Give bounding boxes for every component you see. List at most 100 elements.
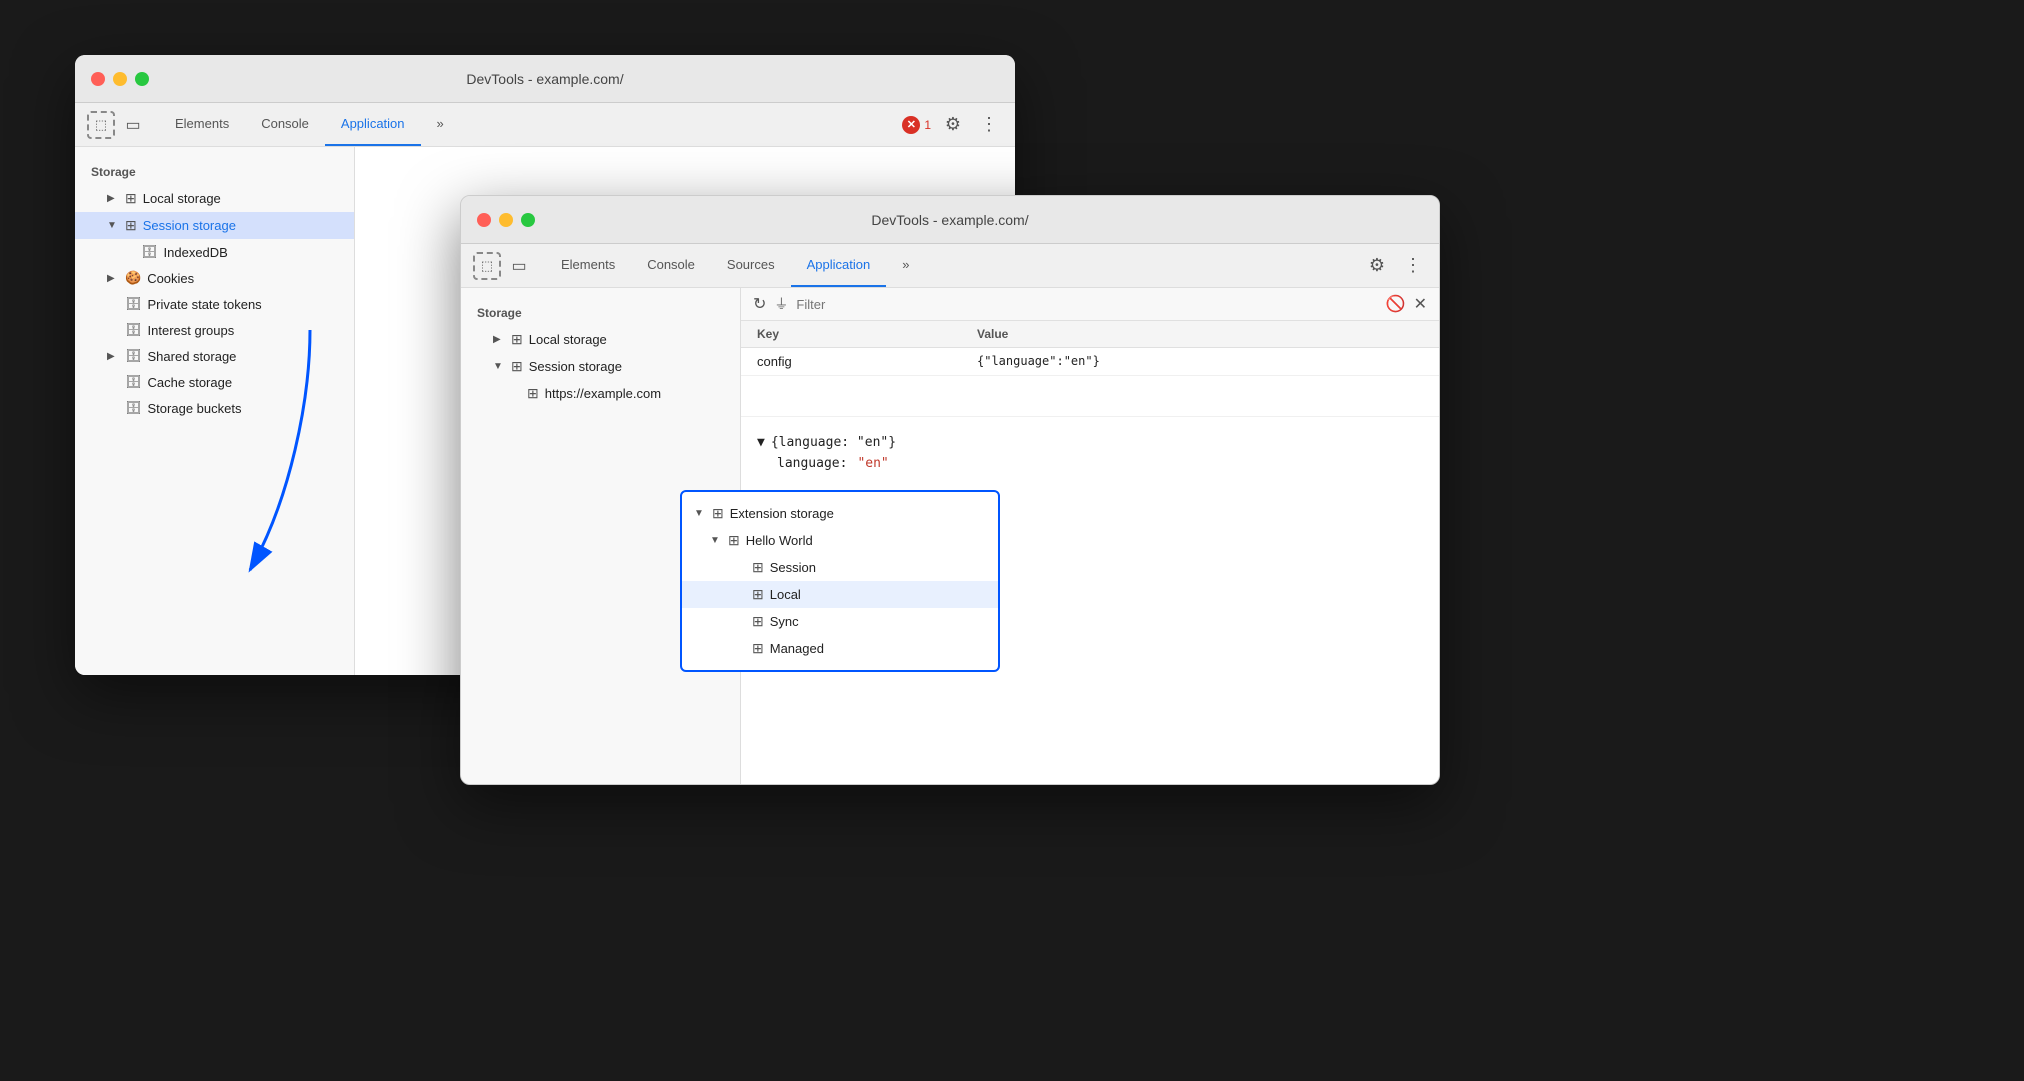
db-icon: 🗄 xyxy=(125,296,142,312)
front-local-storage[interactable]: ▶ ⊞ Local storage xyxy=(461,326,740,353)
inspect-icon[interactable]: ⬚ xyxy=(87,111,115,139)
managed-item[interactable]: ⊞ Managed xyxy=(682,635,998,662)
db-icon: 🗄 xyxy=(125,348,142,364)
filter-input[interactable] xyxy=(796,297,1377,312)
front-example-com[interactable]: ⊞ https://example.com xyxy=(461,380,740,407)
filter-funnel-icon: ⏚ xyxy=(774,294,788,314)
sync-label: Sync xyxy=(770,614,799,629)
arrow-icon: ▶ xyxy=(107,351,119,362)
back-window-title: DevTools - example.com/ xyxy=(466,71,623,87)
tab-console-front[interactable]: Console xyxy=(631,244,711,287)
expand-key: language: xyxy=(777,454,847,475)
more-tabs-back[interactable]: » xyxy=(421,103,460,146)
device-icon[interactable]: ▭ xyxy=(119,111,147,139)
expand-arrow: ▼ xyxy=(757,433,765,454)
settings-icon[interactable]: ⚙ xyxy=(939,111,967,139)
front-titlebar: DevTools - example.com/ xyxy=(461,196,1439,244)
session-storage-label: Session storage xyxy=(143,218,236,233)
back-titlebar: DevTools - example.com/ xyxy=(75,55,1015,103)
front-more-options-icon[interactable]: ⋮ xyxy=(1399,252,1427,280)
session-item[interactable]: ⊞ Session xyxy=(682,554,998,581)
col-value-header: Value xyxy=(977,327,1423,341)
storage-section-label: Storage xyxy=(75,159,354,185)
front-window-title: DevTools - example.com/ xyxy=(871,212,1028,228)
front-minimize-button[interactable] xyxy=(499,213,513,227)
sidebar-cache-storage[interactable]: 🗄 Cache storage xyxy=(75,369,354,395)
front-device-icon[interactable]: ▭ xyxy=(505,252,533,280)
front-close-button[interactable] xyxy=(477,213,491,227)
interest-groups-label: Interest groups xyxy=(148,323,235,338)
db-icon: 🗄 xyxy=(125,374,142,390)
front-session-storage[interactable]: ▼ ⊞ Session storage xyxy=(461,353,740,380)
col-key-header: Key xyxy=(757,327,977,341)
indexeddb-label: IndexedDB xyxy=(164,245,228,260)
local-label: Local xyxy=(770,587,801,602)
sidebar-cookies[interactable]: ▶ 🍪 Cookies xyxy=(75,265,354,291)
refresh-icon[interactable]: ↻ xyxy=(753,294,766,314)
cache-storage-label: Cache storage xyxy=(148,375,233,390)
grid-icon: ⊞ xyxy=(527,385,539,402)
sidebar-private-state-tokens[interactable]: 🗄 Private state tokens xyxy=(75,291,354,317)
filter-bar: ↻ ⏚ 🚫 ✕ xyxy=(741,288,1439,321)
row-value: {"language":"en"} xyxy=(977,354,1423,369)
back-sidebar: Storage ▶ ⊞ Local storage ▼ ⊞ Session st… xyxy=(75,147,355,675)
tab-sources-front[interactable]: Sources xyxy=(711,244,791,287)
row-key: config xyxy=(757,354,977,369)
more-options-icon[interactable]: ⋮ xyxy=(975,111,1003,139)
back-toolbar: ⬚ ▭ Elements Console Application » ✕ 1 ⚙… xyxy=(75,103,1015,147)
hello-world-item[interactable]: ▼ ⊞ Hello World xyxy=(682,527,998,554)
front-maximize-button[interactable] xyxy=(521,213,535,227)
extension-storage-box: ▼ ⊞ Extension storage ▼ ⊞ Hello World ⊞ … xyxy=(680,490,1000,672)
db-icon: 🗄 xyxy=(125,322,142,338)
close-filter-icon[interactable]: ✕ xyxy=(1414,294,1427,314)
maximize-button[interactable] xyxy=(135,72,149,86)
back-tabs: Elements Console Application » xyxy=(159,103,460,146)
expand-root: ▼ {language: "en"} xyxy=(757,433,1423,454)
front-inspect-icon[interactable]: ⬚ xyxy=(473,252,501,280)
sidebar-storage-buckets[interactable]: 🗄 Storage buckets xyxy=(75,395,354,421)
ext-storage-item[interactable]: ▼ ⊞ Extension storage xyxy=(682,500,998,527)
expand-property: language: "en" xyxy=(757,454,1423,475)
clear-filter-icon[interactable]: 🚫 xyxy=(1386,294,1406,314)
grid-icon: ⊞ xyxy=(125,190,137,207)
sidebar-interest-groups[interactable]: 🗄 Interest groups xyxy=(75,317,354,343)
tab-elements-back[interactable]: Elements xyxy=(159,103,245,146)
table-row[interactable]: config {"language":"en"} xyxy=(741,348,1439,376)
sidebar-local-storage[interactable]: ▶ ⊞ Local storage xyxy=(75,185,354,212)
db-icon: 🗄 xyxy=(125,400,142,416)
expand-root-text: {language: "en"} xyxy=(771,433,896,454)
arrow-icon: ▼ xyxy=(107,220,119,231)
grid-icon: ⊞ xyxy=(752,613,764,630)
expand-value: "en" xyxy=(857,454,888,475)
tab-application-front[interactable]: Application xyxy=(791,244,887,287)
tab-application-back[interactable]: Application xyxy=(325,103,421,146)
hello-world-label: Hello World xyxy=(746,533,813,548)
sidebar-session-storage[interactable]: ▼ ⊞ Session storage xyxy=(75,212,354,239)
arrow-icon: ▶ xyxy=(493,334,505,345)
more-tabs-front[interactable]: » xyxy=(886,244,925,287)
error-badge: ✕ 1 xyxy=(902,116,931,134)
cookie-icon: 🍪 xyxy=(125,270,141,286)
traffic-lights xyxy=(91,72,149,86)
front-traffic-lights xyxy=(477,213,535,227)
minimize-button[interactable] xyxy=(113,72,127,86)
front-toolbar: ⬚ ▭ Elements Console Sources Application… xyxy=(461,244,1439,288)
arrow-icon: ▶ xyxy=(107,273,119,284)
shared-storage-label: Shared storage xyxy=(148,349,237,364)
ext-storage-label: Extension storage xyxy=(730,506,834,521)
arrow-icon: ▼ xyxy=(710,535,722,546)
db-icon: 🗄 xyxy=(141,244,158,260)
back-toolbar-right: ✕ 1 ⚙ ⋮ xyxy=(902,111,1003,139)
error-count: 1 xyxy=(924,118,931,132)
front-storage-label: Storage xyxy=(461,300,740,326)
close-button[interactable] xyxy=(91,72,105,86)
tab-console-back[interactable]: Console xyxy=(245,103,325,146)
tab-elements-front[interactable]: Elements xyxy=(545,244,631,287)
local-item[interactable]: ⊞ Local xyxy=(682,581,998,608)
private-state-label: Private state tokens xyxy=(148,297,262,312)
arrow-icon: ▼ xyxy=(694,508,706,519)
sidebar-indexed-db[interactable]: 🗄 IndexedDB xyxy=(75,239,354,265)
front-settings-icon[interactable]: ⚙ xyxy=(1363,252,1391,280)
sync-item[interactable]: ⊞ Sync xyxy=(682,608,998,635)
sidebar-shared-storage[interactable]: ▶ 🗄 Shared storage xyxy=(75,343,354,369)
